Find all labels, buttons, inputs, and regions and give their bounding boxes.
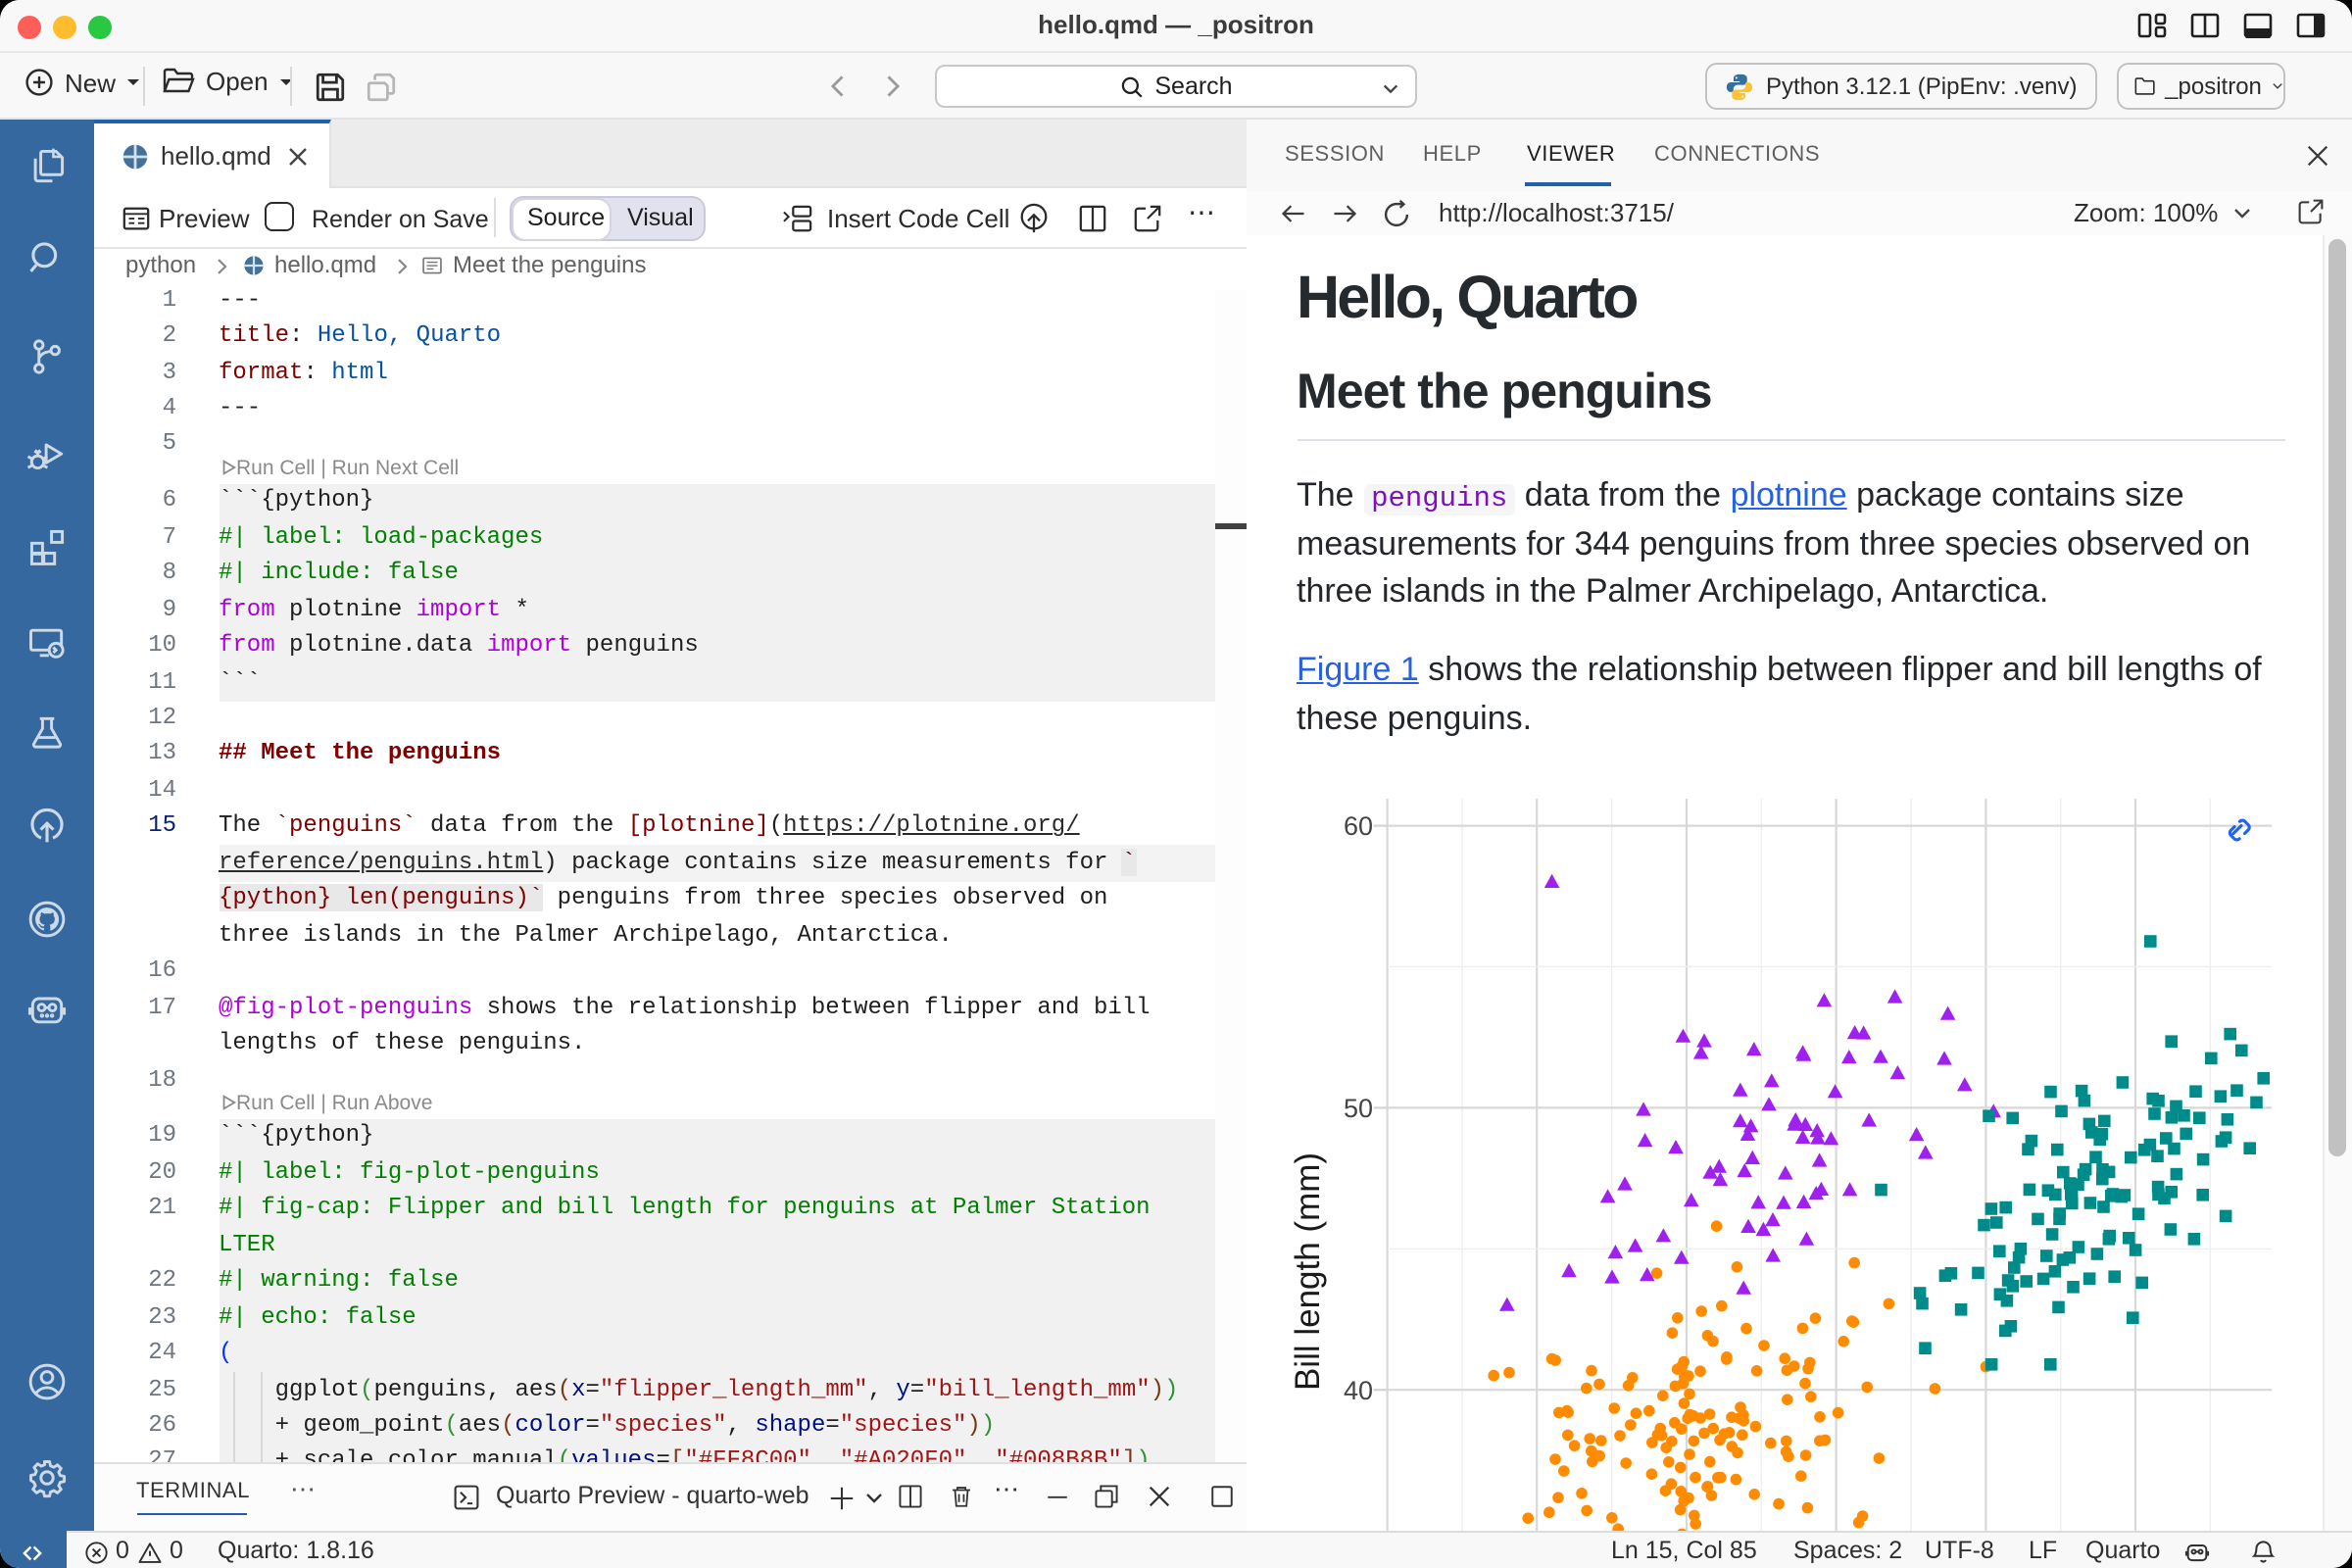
svg-text:40: 40: [1344, 1376, 1373, 1405]
svg-text:Bill length (mm): Bill length (mm): [1289, 1152, 1327, 1391]
svg-text:50: 50: [1344, 1094, 1373, 1123]
svg-text:60: 60: [1344, 811, 1373, 841]
